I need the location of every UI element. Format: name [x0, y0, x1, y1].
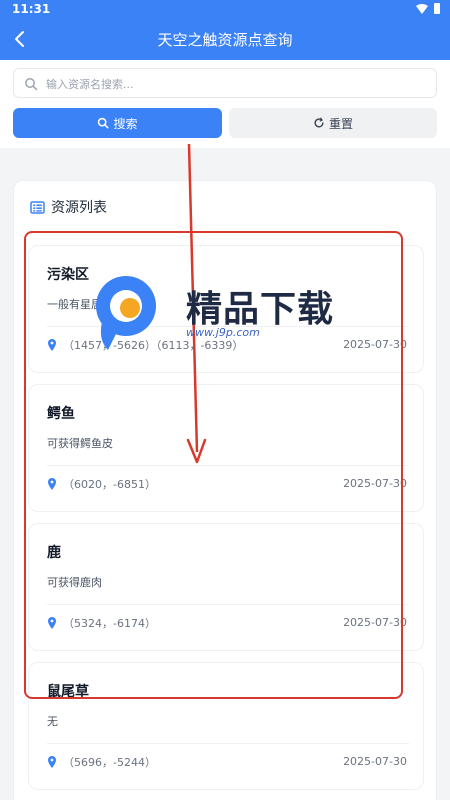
status-bar: 11:31 [0, 0, 450, 18]
search-box[interactable] [13, 68, 437, 98]
refresh-icon [314, 117, 324, 128]
reset-button-label: 重置 [328, 116, 353, 131]
search-icon [98, 117, 109, 129]
list-heading: 资源列表 [51, 200, 107, 216]
list-header: 资源列表 [30, 197, 107, 217]
watermark-url: www.j9p.com [186, 326, 260, 339]
page-title: 天空之触资源点查询 [157, 31, 293, 49]
search-button[interactable]: 搜索 [13, 108, 222, 138]
status-time: 11:31 [12, 2, 51, 16]
search-button-label: 搜索 [113, 116, 138, 131]
resource-location: （5696，-5244） [47, 754, 156, 770]
battery-icon [434, 3, 440, 14]
resource-desc: 无 [47, 715, 58, 728]
wifi-icon [416, 4, 428, 14]
search-input[interactable] [46, 73, 426, 95]
divider [47, 743, 409, 744]
resource-coords: （5696，-5244） [63, 756, 156, 769]
search-panel: 搜索 重置 [0, 60, 450, 148]
watermark: 精品下载 www.j9p.com [88, 270, 358, 354]
app-bar: 天空之触资源点查询 [0, 18, 450, 60]
list-icon [30, 200, 45, 214]
watermark-logo [96, 276, 156, 350]
search-icon [25, 78, 38, 91]
reset-button[interactable]: 重置 [229, 108, 437, 138]
watermark-text: 精品下载 [186, 289, 335, 330]
resource-date: 2025-07-30 [343, 755, 407, 768]
location-pin-icon [48, 756, 56, 768]
